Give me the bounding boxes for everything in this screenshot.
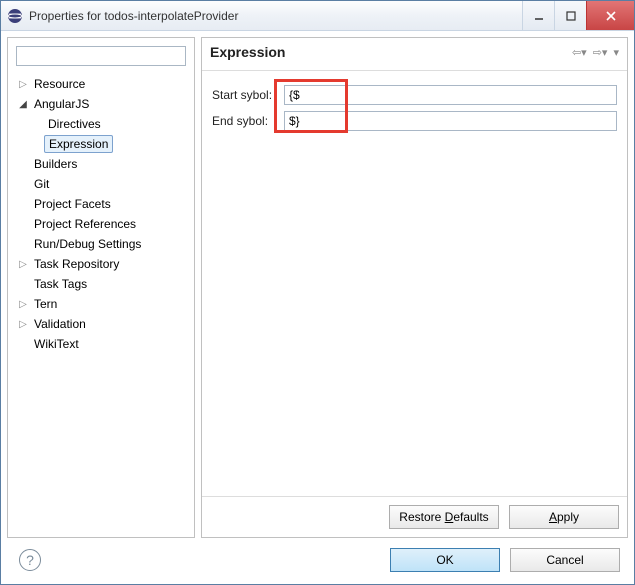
start-symbol-row: Start sybol: bbox=[212, 85, 617, 105]
tree-item-label: Task Repository bbox=[30, 256, 123, 272]
eclipse-icon bbox=[7, 8, 23, 24]
tree-item-label: WikiText bbox=[30, 336, 83, 352]
tree-item-project-references[interactable]: Project References bbox=[16, 214, 190, 234]
window-buttons bbox=[522, 1, 634, 30]
tree-item-label: AngularJS bbox=[30, 96, 93, 112]
tree-item-tern[interactable]: ▷Tern bbox=[16, 294, 190, 314]
form: Start sybol: End sybol: bbox=[202, 71, 627, 496]
tree-item-label: Git bbox=[30, 176, 53, 192]
tree-arrow-icon[interactable]: ▷ bbox=[16, 299, 30, 310]
tree-arrow-icon[interactable]: ▷ bbox=[16, 79, 30, 90]
tree-arrow-icon[interactable]: ▷ bbox=[16, 319, 30, 330]
forward-icon[interactable]: ⇨▾ bbox=[593, 46, 608, 59]
tree-item-validation[interactable]: ▷Validation bbox=[16, 314, 190, 334]
titlebar: Properties for todos-interpolateProvider bbox=[1, 1, 634, 31]
tree-item-resource[interactable]: ▷Resource bbox=[16, 74, 190, 94]
apply-button[interactable]: Apply bbox=[509, 505, 619, 529]
maximize-button[interactable] bbox=[554, 1, 586, 30]
content-area: ▷Resource◢AngularJSDirectivesExpressionB… bbox=[1, 31, 634, 584]
tree-item-wikitext[interactable]: WikiText bbox=[16, 334, 190, 354]
minimize-button[interactable] bbox=[522, 1, 554, 30]
page-body: Start sybol: End sybol: Restore Defaults bbox=[202, 71, 627, 537]
tree-item-label: Project Facets bbox=[30, 196, 115, 212]
back-icon[interactable]: ⇦▾ bbox=[572, 46, 587, 59]
start-symbol-label: Start sybol: bbox=[212, 88, 284, 102]
restore-defaults-button[interactable]: Restore Defaults bbox=[389, 505, 499, 529]
tree-item-label: Run/Debug Settings bbox=[30, 236, 145, 252]
tree-arrow-icon[interactable]: ▷ bbox=[16, 259, 30, 270]
cancel-button[interactable]: Cancel bbox=[510, 548, 620, 572]
end-symbol-input[interactable] bbox=[284, 111, 617, 131]
nav-icons: ⇦▾ ⇨▾ ▾ bbox=[572, 46, 619, 59]
tree-item-label: Builders bbox=[30, 156, 81, 172]
tree-item-label: Task Tags bbox=[30, 276, 91, 292]
tree-item-expression[interactable]: Expression bbox=[16, 134, 190, 154]
tree-item-task-tags[interactable]: Task Tags bbox=[16, 274, 190, 294]
tree-arrow-icon[interactable]: ◢ bbox=[16, 99, 30, 110]
page-footer: Restore Defaults Apply bbox=[202, 496, 627, 537]
start-symbol-input[interactable] bbox=[284, 85, 617, 105]
end-symbol-label: End sybol: bbox=[212, 114, 284, 128]
left-pane: ▷Resource◢AngularJSDirectivesExpressionB… bbox=[7, 37, 195, 538]
page-header: Expression ⇦▾ ⇨▾ ▾ bbox=[202, 38, 627, 71]
tree-item-builders[interactable]: Builders bbox=[16, 154, 190, 174]
dropdown-icon[interactable]: ▾ bbox=[613, 46, 619, 59]
tree-item-label: Resource bbox=[30, 76, 89, 92]
end-symbol-row: End sybol: bbox=[212, 111, 617, 131]
tree-item-directives[interactable]: Directives bbox=[16, 114, 190, 134]
tree-item-label: Project References bbox=[30, 216, 140, 232]
split-panes: ▷Resource◢AngularJSDirectivesExpressionB… bbox=[7, 37, 628, 538]
close-button[interactable] bbox=[586, 1, 634, 30]
tree-item-task-repository[interactable]: ▷Task Repository bbox=[16, 254, 190, 274]
tree-item-project-facets[interactable]: Project Facets bbox=[16, 194, 190, 214]
ok-button[interactable]: OK bbox=[390, 548, 500, 572]
tree-item-label: Tern bbox=[30, 296, 61, 312]
tree-item-angularjs[interactable]: ◢AngularJS bbox=[16, 94, 190, 114]
tree-item-label: Directives bbox=[44, 116, 105, 132]
page-title: Expression bbox=[210, 44, 572, 60]
tree-item-run-debug-settings[interactable]: Run/Debug Settings bbox=[16, 234, 190, 254]
tree[interactable]: ▷Resource◢AngularJSDirectivesExpressionB… bbox=[12, 74, 190, 533]
tree-item-git[interactable]: Git bbox=[16, 174, 190, 194]
filter-input[interactable] bbox=[16, 46, 186, 66]
dialog-footer: ? OK Cancel bbox=[7, 538, 628, 578]
tree-item-label: Validation bbox=[30, 316, 90, 332]
tree-item-label: Expression bbox=[44, 135, 113, 153]
right-pane: Expression ⇦▾ ⇨▾ ▾ Start sybol: bbox=[201, 37, 628, 538]
help-icon[interactable]: ? bbox=[19, 549, 41, 571]
window-title: Properties for todos-interpolateProvider bbox=[29, 9, 522, 23]
dialog-window: Properties for todos-interpolateProvider… bbox=[0, 0, 635, 585]
